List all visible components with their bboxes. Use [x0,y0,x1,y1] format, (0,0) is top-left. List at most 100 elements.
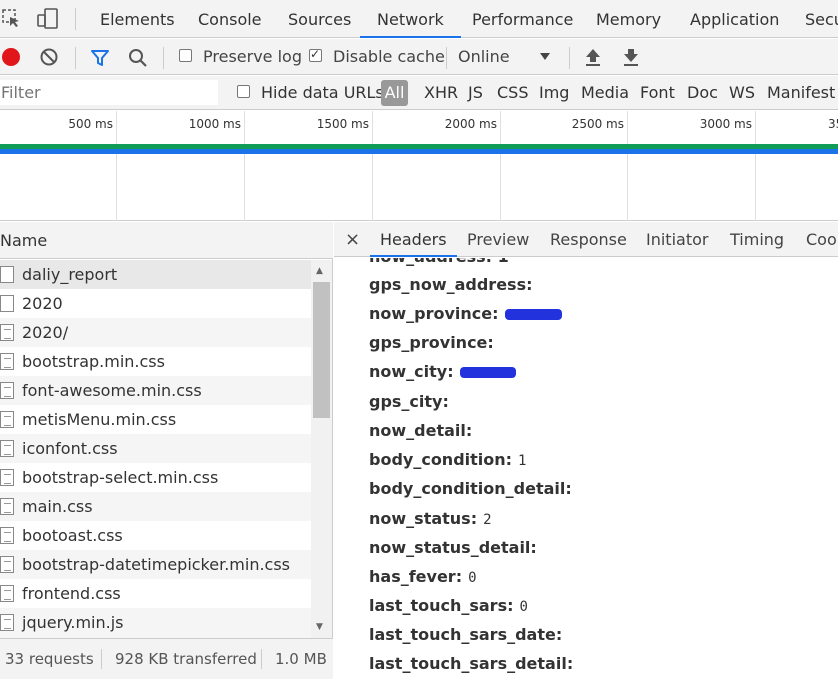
tab-initiator[interactable]: Initiator [646,222,708,257]
close-icon[interactable]: × [345,222,360,257]
tab-security[interactable]: Secu [805,0,838,38]
request-name: frontend.css [22,584,121,603]
request-list-scrollbar[interactable]: ▲ ▼ [311,260,332,638]
filter-type-ws[interactable]: WS [729,76,755,110]
export-har-icon[interactable] [622,47,640,67]
request-name: jquery.min.js [22,613,124,632]
tab-elements[interactable]: Elements [100,0,175,38]
request-row[interactable]: bootstrap-datetimepicker.min.css [0,550,311,579]
filter-type-xhr[interactable]: XHR [424,76,458,110]
name-column-header[interactable]: Name [0,222,333,259]
filter-type-all[interactable]: All [381,80,408,106]
file-icon [0,353,14,370]
tab-preview[interactable]: Preview [467,222,529,257]
document-icon [0,295,14,312]
tab-timing[interactable]: Timing [730,222,784,257]
request-name: bootstrap.min.css [22,352,165,371]
filter-type-css[interactable]: CSS [497,76,528,110]
request-row[interactable]: bootstrap.min.css [0,347,311,376]
field-key: has_fever: [369,567,463,586]
toolbar-divider [163,47,164,69]
toolbar-divider [569,47,570,69]
redaction-mark [459,367,516,378]
form-field: last_touch_sars: 0 [369,596,528,615]
timeline-overview[interactable]: 500 ms 1000 ms 1500 ms 2000 ms 2500 ms 3… [0,111,838,221]
field-key: body_condition: [369,450,513,469]
form-field: now_status_detail: [369,538,543,557]
form-field: now_city: [369,362,516,381]
tab-cookies[interactable]: Cool [806,222,838,257]
filter-type-media[interactable]: Media [581,76,629,110]
filter-type-font[interactable]: Font [640,76,675,110]
field-key: now_city: [369,362,454,381]
timeline-gridline [244,111,245,221]
inspect-element-icon[interactable] [2,9,22,29]
hide-data-urls-checkbox[interactable] [237,85,250,98]
field-value: 0 [468,570,477,586]
filter-input[interactable] [0,80,218,105]
document-icon [0,266,14,283]
tab-headers[interactable]: Headers [370,222,457,257]
request-row[interactable]: font-awesome.min.css [0,376,311,405]
request-row[interactable]: bootoast.css [0,521,311,550]
field-key: gps_province: [369,333,494,352]
search-icon[interactable] [128,48,148,68]
record-icon[interactable] [2,48,20,66]
request-name: metisMenu.min.css [22,410,177,429]
filter-type-img[interactable]: Img [539,76,569,110]
disable-cache-label: Disable cache [333,47,445,66]
scrollbar-thumb[interactable] [313,282,330,418]
request-row[interactable]: main.css [0,492,311,521]
tab-application[interactable]: Application [690,0,779,38]
filter-type-manifest[interactable]: Manifest [767,76,835,110]
tab-sources[interactable]: Sources [288,0,351,38]
request-row[interactable]: frontend.css [0,579,311,608]
network-summary-bar: 33 requests 928 KB transferred 1.0 MB [0,638,333,679]
request-row[interactable]: daliy_report [0,260,311,289]
field-key: now_status_detail: [369,538,537,557]
toolbar-divider [446,47,447,69]
tab-network[interactable]: Network [360,0,461,38]
form-field: has_fever: 0 [369,567,477,586]
form-field: last_touch_sars_detail: [369,654,579,673]
field-key: gps_city: [369,392,449,411]
tab-memory[interactable]: Memory [596,0,661,38]
form-field: body_condition_detail: [369,479,578,498]
file-icon [0,382,14,399]
timeline-gridline [372,111,373,221]
file-icon [0,440,14,457]
tab-console[interactable]: Console [198,0,262,38]
hide-data-urls-label: Hide data URLs [261,83,384,102]
scroll-down-icon[interactable]: ▼ [316,622,323,632]
filter-type-js[interactable]: JS [468,76,483,110]
import-har-icon[interactable] [584,47,602,67]
device-toolbar-icon[interactable] [37,8,59,30]
file-icon [0,585,14,602]
scroll-up-icon[interactable]: ▲ [316,266,323,276]
timeline-gridline [627,111,628,221]
file-icon [0,324,14,341]
tab-response[interactable]: Response [550,222,627,257]
throttle-select[interactable]: Online [458,39,510,75]
request-row[interactable]: metisMenu.min.css [0,405,311,434]
field-key: gps_now_address: [369,275,533,294]
request-name: daliy_report [22,265,118,284]
filter-icon[interactable] [90,48,110,68]
request-list-pane: Name daliy_report 2020 2020/ bootstrap.m… [0,222,333,679]
clear-icon[interactable] [39,47,59,67]
request-row[interactable]: 2020 [0,289,311,318]
redaction-mark [504,309,562,320]
chevron-down-icon[interactable] [540,53,550,60]
tab-performance[interactable]: Performance [472,0,573,38]
field-key: last_touch_sars_detail: [369,654,574,673]
filter-type-doc[interactable]: Doc [687,76,718,110]
request-row[interactable]: bootstrap-select.min.css [0,463,311,492]
request-row[interactable]: iconfont.css [0,434,311,463]
request-row[interactable]: 2020/ [0,318,311,347]
timeline-tick: 2500 ms [571,117,624,131]
disable-cache-checkbox[interactable] [309,47,322,62]
preserve-log-checkbox[interactable] [179,49,192,62]
request-name: iconfont.css [22,439,118,458]
request-name: bootoast.css [22,526,123,545]
request-row[interactable]: jquery.min.js [0,608,311,638]
